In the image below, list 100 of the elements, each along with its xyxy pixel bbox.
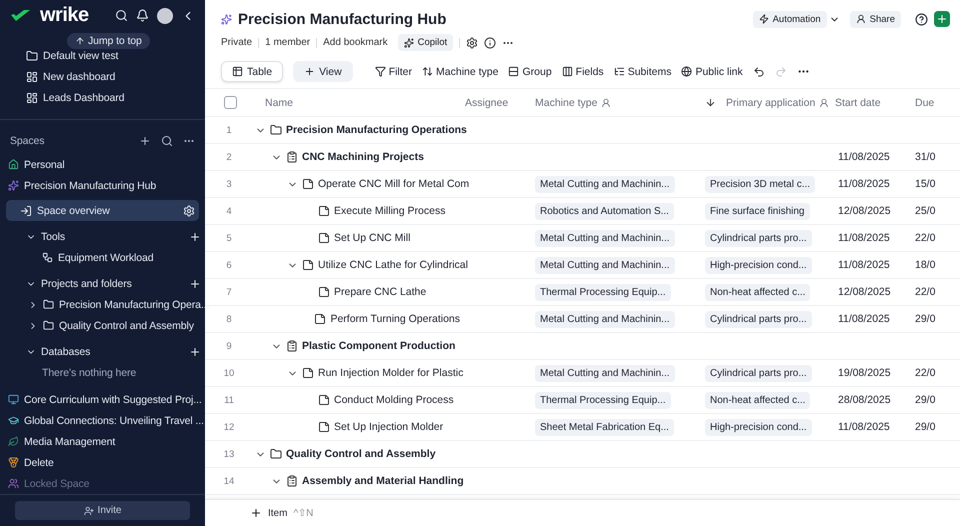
column-header[interactable]: Primary application [726,96,816,108]
avatar[interactable] [157,8,173,24]
select-all-checkbox[interactable] [224,96,237,109]
space-item[interactable]: Core Curriculum with Suggested Proj... [0,389,205,410]
item-name[interactable]: Execute Milling Process [334,205,446,217]
sidebar-item[interactable]: Quality Control and Assembly [0,315,205,336]
item-name[interactable]: CNC Machining Projects [302,151,424,163]
toolbar-button[interactable]: Machine type [422,66,498,78]
start-date: 11/08/2025 [838,421,890,433]
folder-icon [26,50,38,62]
search-icon[interactable] [161,134,173,147]
start-date: 28/08/2025 [838,394,891,406]
logo-check-icon [10,8,32,23]
add-icon[interactable] [189,278,201,290]
space-item[interactable]: Delete [0,452,205,473]
share-button[interactable]: Share [850,10,901,28]
application-tag: High-precision cond... [705,418,812,436]
workload-icon [42,252,53,263]
add-item-button[interactable]: Item [268,508,288,518]
item-name[interactable]: Precision Manufacturing Operations [286,124,467,136]
note-icon [318,394,330,406]
column-header[interactable]: Assignee [465,96,508,108]
sidebar-section[interactable]: Projects and folders [0,273,205,294]
toolbar-button[interactable]: Group [508,66,552,78]
item-name[interactable]: Conduct Molding Process [334,394,454,406]
copilot-button[interactable]: Copilot [398,34,454,51]
column-header[interactable]: Due [915,96,934,108]
info-icon[interactable] [484,36,496,48]
column-header[interactable]: Machine type [535,96,598,108]
sort-arrow-icon [705,97,716,108]
space-item[interactable]: Personal [0,154,205,175]
start-date: 11/08/2025 [838,259,890,271]
space-item[interactable]: Media Management [0,431,205,452]
machine-type-tag: Metal Cutting and Machinin... [535,256,675,274]
application-tag: Cylindrical parts pro... [705,230,812,246]
row-number: 9 [226,340,232,352]
meta-text: Private [221,37,252,48]
view-tab[interactable]: Table [221,61,284,82]
note-icon [318,205,330,217]
start-date: 19/08/2025 [838,367,891,379]
note-icon [314,313,326,325]
machine-type-tag: Sheet Metal Fabrication Eq... [535,418,674,436]
toolbar-button[interactable]: Public link [681,66,743,78]
add-icon[interactable] [189,346,201,358]
settings-icon[interactable] [466,36,478,48]
column-header[interactable]: Name [265,96,294,108]
due-date: 31/0 [915,151,936,163]
column-header[interactable]: Start date [835,96,881,108]
space-item[interactable]: Global Connections: Unveiling Travel ... [0,410,205,431]
row-number: 13 [224,448,234,460]
start-date: 11/08/2025 [838,178,890,190]
space-item[interactable]: Precision Manufacturing Hub [0,175,205,196]
application-tag: Non-heat affected c... [705,392,810,408]
item-name[interactable]: Quality Control and Assembly [286,448,436,460]
row-number: 10 [224,368,234,378]
user-plus-icon [84,506,94,516]
jump-to-top-button[interactable]: Jump to top [67,33,150,49]
row-number: 14 [224,476,234,486]
search-icon[interactable] [115,9,128,22]
sidebar-item[interactable]: Equipment Workload [0,247,205,268]
shortcut-hint: ^⇧N [293,507,314,519]
columns-icon [562,66,573,77]
automation-button[interactable]: Automation [752,10,827,28]
add-icon[interactable] [139,134,151,147]
item-name[interactable]: Plastic Component Production [302,340,456,352]
folder-icon [43,299,54,310]
invite-button[interactable]: Invite [15,501,190,520]
add-bookmark-link[interactable]: Add bookmark [323,37,388,48]
item-name[interactable]: Set Up CNC Mill [334,232,410,244]
sidebar-section[interactable]: Tools [0,226,205,247]
add-view-button[interactable]: View [293,61,353,82]
sidebar-item[interactable]: New dashboard [0,66,205,88]
undo-button[interactable] [752,66,765,78]
due-date: 29/0 [915,394,936,406]
sidebar-item[interactable]: Space overview [6,200,199,221]
application-tag: Cylindrical parts pro... [705,364,812,382]
add-button[interactable] [934,11,950,27]
clipboard-icon [286,475,298,487]
item-name[interactable]: Assembly and Material Handling [302,475,464,487]
sidebar-item[interactable]: Leads Dashboard [0,88,205,109]
sidebar-section[interactable]: Databases [0,341,205,362]
item-name[interactable]: Utilize CNC Lathe for Cylindrical [318,259,468,271]
add-icon[interactable] [189,230,201,242]
plus-icon [936,13,948,25]
application-tag: Cylindrical parts pro... [705,310,812,328]
row-number: 5 [226,232,232,244]
item-name[interactable]: Prepare CNC Lathe [334,286,426,298]
item-name[interactable]: Set Up Injection Molder [334,421,444,433]
item-name[interactable]: Operate CNC Mill for Metal Com [318,178,470,190]
start-date: 11/08/2025 [838,232,890,244]
due-date: 25/0 [915,205,936,217]
help-icon[interactable] [915,12,928,26]
toolbar-button[interactable]: Subitems [614,66,672,78]
row-number: 1 [226,124,232,136]
globe-icon [681,66,692,77]
toolbar-button[interactable]: Filter [374,66,412,78]
toolbar-button[interactable]: Fields [562,66,604,78]
item-name[interactable]: Run Injection Molder for Plastic [318,367,464,379]
item-name[interactable]: Perform Turning Operations [330,313,460,325]
bell-icon[interactable] [136,9,149,22]
